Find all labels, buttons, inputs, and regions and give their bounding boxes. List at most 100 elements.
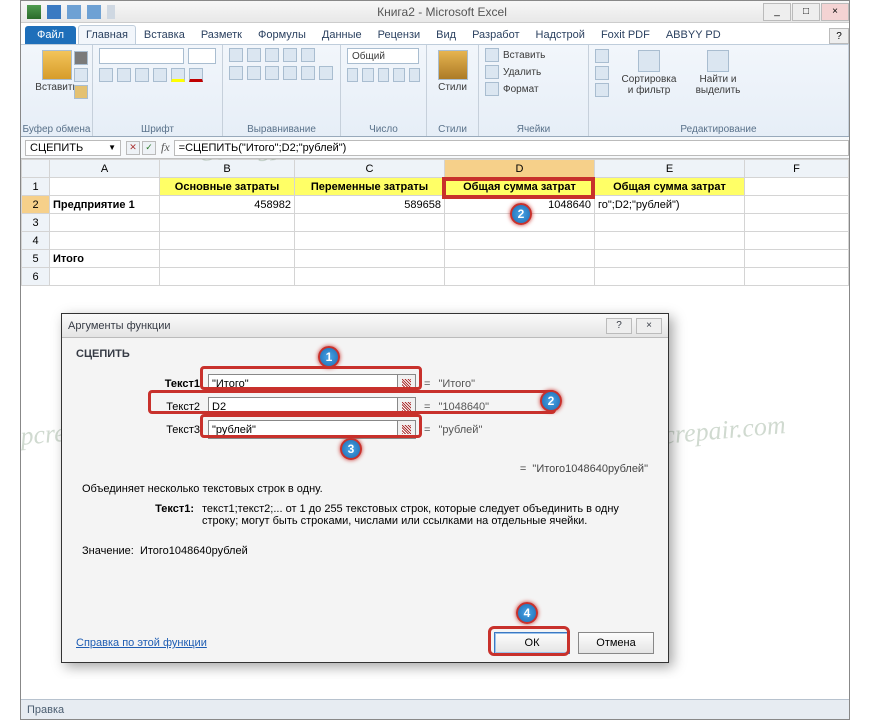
row-hdr-2[interactable]: 2 <box>22 196 50 214</box>
tab-home[interactable]: Главная <box>78 25 136 44</box>
border-icon[interactable] <box>153 68 167 82</box>
tab-review[interactable]: Рецензи <box>370 25 429 44</box>
cell-C1[interactable]: Переменные затраты <box>295 178 445 196</box>
align-right-icon[interactable] <box>265 66 279 80</box>
autosum-icon[interactable] <box>595 49 609 63</box>
row-hdr-3[interactable]: 3 <box>22 214 50 232</box>
formula-bar: СЦЕПИТЬ ▼ ✕ ✓ fx =СЦЕПИТЬ("Итого";D2;"ру… <box>21 137 849 159</box>
maximize-button[interactable]: □ <box>792 3 820 21</box>
arg-input-3[interactable]: "рублей" <box>208 420 398 439</box>
comma-icon[interactable] <box>378 68 389 82</box>
styles-button[interactable]: Стили <box>433 48 472 95</box>
dedent-icon[interactable] <box>283 66 297 80</box>
font-select[interactable] <box>99 48 184 64</box>
tab-layout[interactable]: Разметк <box>193 25 250 44</box>
cut-icon[interactable] <box>74 51 88 65</box>
format-painter-icon[interactable] <box>74 85 88 99</box>
orientation-icon[interactable] <box>283 48 297 62</box>
font-color-icon[interactable] <box>189 68 203 82</box>
minimize-button[interactable]: _ <box>763 3 791 21</box>
cells-delete-button[interactable]: Удалить <box>485 65 582 79</box>
cell-A2[interactable]: Предприятие 1 <box>50 196 160 214</box>
row-hdr-1[interactable]: 1 <box>22 178 50 196</box>
collapse-button-2[interactable] <box>398 397 416 416</box>
ok-button[interactable]: ОК <box>494 632 570 654</box>
align-top-icon[interactable] <box>229 48 243 62</box>
file-tab[interactable]: Файл <box>25 26 76 44</box>
preview-value: "Итого1048640рублей" <box>532 463 648 475</box>
cell-B2[interactable]: 458982 <box>160 196 295 214</box>
find-select-button[interactable]: Найти и выделить <box>689 48 747 98</box>
function-help-link[interactable]: Справка по этой функции <box>76 637 207 649</box>
arg-input-1[interactable]: "Итого" <box>208 374 398 393</box>
col-B[interactable]: B <box>160 160 295 178</box>
save-icon[interactable] <box>47 5 61 19</box>
copy-icon[interactable] <box>74 68 88 82</box>
bold-icon[interactable] <box>99 68 113 82</box>
arg-input-2[interactable]: D2 <box>208 397 398 416</box>
qat-dropdown-icon[interactable] <box>107 5 115 19</box>
row-hdr-6[interactable]: 6 <box>22 268 50 286</box>
close-button[interactable]: × <box>821 3 849 21</box>
redo-icon[interactable] <box>87 5 101 19</box>
wrap-icon[interactable] <box>301 48 315 62</box>
underline-icon[interactable] <box>135 68 149 82</box>
number-format-select[interactable]: Общий <box>347 48 419 64</box>
name-box[interactable]: СЦЕПИТЬ ▼ <box>25 140 121 156</box>
cell-C2[interactable]: 589658 <box>295 196 445 214</box>
align-left-icon[interactable] <box>229 66 243 80</box>
dialog-titlebar[interactable]: Аргументы функции ? × <box>62 314 668 338</box>
formula-input[interactable]: =СЦЕПИТЬ("Итого";D2;"рублей") <box>174 140 849 156</box>
fill-icon[interactable] <box>595 66 609 80</box>
col-F[interactable]: F <box>745 160 849 178</box>
fill-color-icon[interactable] <box>171 68 185 82</box>
grid[interactable]: A B C D E F 1 Основные затраты Переменны… <box>21 159 849 679</box>
tab-formulas[interactable]: Формулы <box>250 25 314 44</box>
font-size-select[interactable] <box>188 48 216 64</box>
cell-E2[interactable]: го";D2;"рублей") <box>595 196 745 214</box>
enter-formula-button[interactable]: ✓ <box>142 141 156 155</box>
tab-insert[interactable]: Вставка <box>136 25 193 44</box>
group-align-label: Выравнивание <box>223 124 340 135</box>
sort-filter-button[interactable]: Сортировка и фильтр <box>617 48 681 98</box>
percent-icon[interactable] <box>362 68 373 82</box>
collapse-button-1[interactable] <box>398 374 416 393</box>
col-D[interactable]: D <box>445 160 595 178</box>
undo-icon[interactable] <box>67 5 81 19</box>
align-bot-icon[interactable] <box>265 48 279 62</box>
fx-icon[interactable]: fx <box>161 140 170 155</box>
align-center-icon[interactable] <box>247 66 261 80</box>
align-mid-icon[interactable] <box>247 48 261 62</box>
ribbon-help-button[interactable]: ? <box>829 28 849 44</box>
tab-view[interactable]: Вид <box>428 25 464 44</box>
group-number-label: Число <box>341 124 426 135</box>
dialog-close-button[interactable]: × <box>636 318 662 334</box>
cell-E1[interactable]: Общая сумма затрат <box>595 178 745 196</box>
corner-cell[interactable] <box>22 160 50 178</box>
col-E[interactable]: E <box>595 160 745 178</box>
collapse-button-3[interactable] <box>398 420 416 439</box>
cancel-formula-button[interactable]: ✕ <box>126 141 140 155</box>
tab-abbyy[interactable]: ABBYY PD <box>658 25 729 44</box>
tab-dev[interactable]: Разработ <box>464 25 527 44</box>
clear-icon[interactable] <box>595 83 609 97</box>
dec-inc-icon[interactable] <box>393 68 404 82</box>
cells-insert-button[interactable]: Вставить <box>485 48 582 62</box>
cancel-button[interactable]: Отмена <box>578 632 654 654</box>
cell-A5[interactable]: Итого <box>50 250 160 268</box>
tab-foxit[interactable]: Foxit PDF <box>593 25 658 44</box>
cells-format-button[interactable]: Формат <box>485 82 582 96</box>
merge-icon[interactable] <box>319 66 333 80</box>
col-C[interactable]: C <box>295 160 445 178</box>
italic-icon[interactable] <box>117 68 131 82</box>
currency-icon[interactable] <box>347 68 358 82</box>
cell-B1[interactable]: Основные затраты <box>160 178 295 196</box>
indent-icon[interactable] <box>301 66 315 80</box>
dialog-help-button[interactable]: ? <box>606 318 632 334</box>
col-A[interactable]: A <box>50 160 160 178</box>
tab-data[interactable]: Данные <box>314 25 370 44</box>
dec-dec-icon[interactable] <box>409 68 420 82</box>
row-hdr-4[interactable]: 4 <box>22 232 50 250</box>
row-hdr-5[interactable]: 5 <box>22 250 50 268</box>
tab-addins[interactable]: Надстрой <box>528 25 593 44</box>
